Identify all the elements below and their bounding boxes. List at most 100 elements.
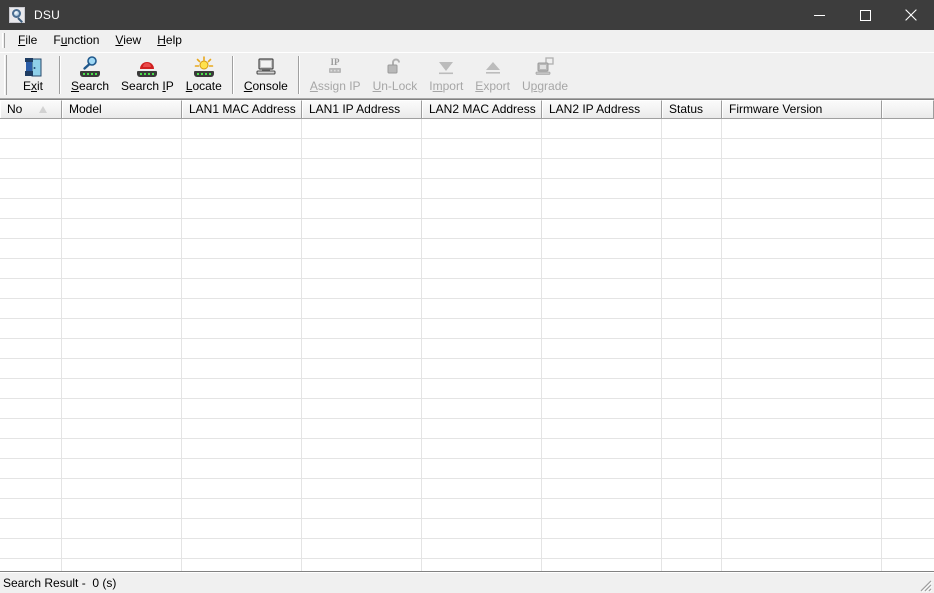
table-row[interactable] (0, 199, 934, 219)
table-cell (182, 339, 302, 358)
table-row[interactable] (0, 439, 934, 459)
grid-column-header-label: LAN1 IP Address (309, 102, 401, 116)
table-cell (722, 279, 882, 298)
table-row[interactable] (0, 179, 934, 199)
grid-column-header-model[interactable]: Model (62, 100, 182, 118)
table-row[interactable] (0, 539, 934, 559)
toolbar-label-assign-ip: Assign IP (309, 79, 361, 93)
table-cell (302, 179, 422, 198)
table-row[interactable] (0, 139, 934, 159)
grid-column-header-firmware-version[interactable]: Firmware Version (722, 100, 882, 118)
table-cell (542, 439, 662, 458)
table-row[interactable] (0, 259, 934, 279)
table-cell (302, 399, 422, 418)
grid-column-header-no[interactable]: No (0, 100, 62, 118)
toolbar-label-unlock: Un-Lock (372, 79, 418, 93)
table-cell (182, 259, 302, 278)
table-cell (182, 199, 302, 218)
menu-item-function[interactable]: Function (45, 32, 107, 50)
title-bar[interactable]: DSU (0, 0, 934, 30)
magnifier-icon (9, 7, 25, 23)
grid-column-header-label: LAN2 IP Address (549, 102, 641, 116)
table-cell (662, 539, 722, 558)
table-row[interactable] (0, 299, 934, 319)
table-cell (422, 239, 542, 258)
table-cell (0, 379, 62, 398)
toolbar-label-upgrade: Upgrade (522, 79, 569, 93)
table-cell (542, 499, 662, 518)
toolbar-button-assign-ip[interactable]: IP Assign IP (304, 53, 367, 97)
table-cell (302, 139, 422, 158)
grid-column-header-lan1-ip-address[interactable]: LAN1 IP Address (302, 100, 422, 118)
table-cell (662, 339, 722, 358)
toolbar-button-import[interactable]: Import (423, 53, 469, 97)
table-cell (0, 339, 62, 358)
table-cell (182, 519, 302, 538)
table-row[interactable] (0, 339, 934, 359)
grid-column-header-lan1-mac-address[interactable]: LAN1 MAC Address (182, 100, 302, 118)
table-row[interactable] (0, 419, 934, 439)
table-cell (0, 459, 62, 478)
toolbar-button-export[interactable]: Export (469, 53, 516, 97)
toolbar-button-locate[interactable]: Locate (180, 53, 228, 97)
table-cell (882, 459, 934, 478)
table-cell (302, 359, 422, 378)
toolbar-button-console[interactable]: Console (238, 53, 294, 97)
table-cell (0, 279, 62, 298)
toolbar-drag-grip[interactable] (4, 55, 7, 95)
table-cell (722, 299, 882, 318)
table-row[interactable] (0, 119, 934, 139)
table-row[interactable] (0, 319, 934, 339)
table-cell (542, 219, 662, 238)
toolbar-button-search[interactable]: Search (65, 53, 115, 97)
table-cell (662, 179, 722, 198)
table-cell (62, 559, 182, 571)
table-cell (62, 159, 182, 178)
table-row[interactable] (0, 279, 934, 299)
table-cell (0, 239, 62, 258)
title-bar-left: DSU (0, 7, 60, 23)
table-row[interactable] (0, 219, 934, 239)
table-cell (542, 179, 662, 198)
table-cell (722, 419, 882, 438)
grid-body[interactable] (0, 119, 934, 571)
table-row[interactable] (0, 459, 934, 479)
menu-item-view[interactable]: View (107, 32, 149, 50)
table-cell (0, 479, 62, 498)
table-row[interactable] (0, 559, 934, 571)
resize-grip-icon[interactable] (918, 578, 932, 592)
grid-column-header-filler[interactable] (882, 100, 934, 118)
locate-beacon-icon (192, 56, 216, 78)
table-row[interactable] (0, 379, 934, 399)
table-cell (62, 479, 182, 498)
table-cell (662, 379, 722, 398)
table-row[interactable] (0, 479, 934, 499)
table-row[interactable] (0, 499, 934, 519)
maximize-icon (859, 9, 871, 21)
menu-drag-grip[interactable] (2, 33, 5, 48)
table-row[interactable] (0, 359, 934, 379)
table-cell (62, 399, 182, 418)
table-row[interactable] (0, 239, 934, 259)
grid-column-header-lan2-ip-address[interactable]: LAN2 IP Address (542, 100, 662, 118)
toolbar-button-search-ip[interactable]: Search IP (115, 53, 180, 97)
table-row[interactable] (0, 519, 934, 539)
maximize-button[interactable] (842, 0, 888, 30)
grid-column-header-lan2-mac-address[interactable]: LAN2 MAC Address (422, 100, 542, 118)
minimize-button[interactable] (796, 0, 842, 30)
table-cell (422, 559, 542, 571)
table-cell (302, 199, 422, 218)
svg-text:IP: IP (331, 57, 341, 67)
menu-item-file[interactable]: File (10, 32, 45, 50)
table-cell (422, 279, 542, 298)
table-row[interactable] (0, 159, 934, 179)
table-cell (302, 499, 422, 518)
menu-item-help[interactable]: Help (149, 32, 190, 50)
close-button[interactable] (888, 0, 934, 30)
table-cell (422, 459, 542, 478)
toolbar-button-unlock[interactable]: Un-Lock (367, 53, 424, 97)
toolbar-button-upgrade[interactable]: Upgrade (516, 53, 574, 97)
grid-column-header-status[interactable]: Status (662, 100, 722, 118)
table-row[interactable] (0, 399, 934, 419)
toolbar-button-exit[interactable]: Exit (11, 53, 55, 97)
